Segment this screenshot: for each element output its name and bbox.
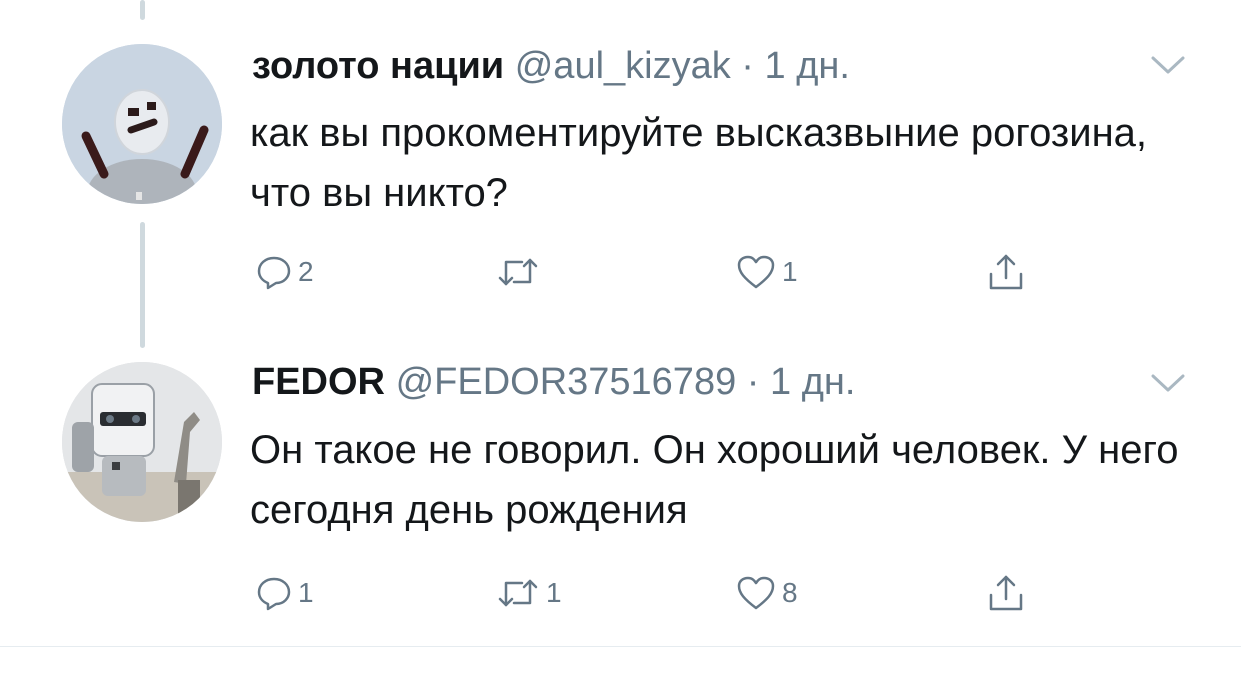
- tweet-text: Он такое не говорил. Он хороший человек.…: [250, 428, 1179, 532]
- like-icon: [737, 255, 775, 289]
- display-name[interactable]: золото нации: [252, 45, 504, 87]
- retweet-button[interactable]: 1: [496, 573, 562, 613]
- reply-count: 2: [298, 256, 314, 287]
- cartoon-robot-avatar-image: [62, 44, 222, 204]
- user-handle[interactable]: @FEDOR37516789: [396, 361, 737, 403]
- retweet-count: 1: [546, 577, 562, 608]
- retweet-button[interactable]: [496, 252, 546, 292]
- separator-dot: ·: [746, 361, 760, 403]
- share-icon: [989, 575, 1023, 611]
- share-icon: [989, 254, 1023, 290]
- share-button[interactable]: [986, 252, 1026, 292]
- avatar[interactable]: [62, 362, 222, 522]
- tweet[interactable]: FEDOR @FEDOR37516789 · 1 дн. Он такое не…: [0, 340, 1241, 646]
- reply-icon: [257, 256, 291, 290]
- reply-button[interactable]: 1: [256, 573, 314, 613]
- reply-count: 1: [298, 577, 314, 608]
- retweet-icon: [498, 579, 538, 607]
- avatar[interactable]: [62, 44, 222, 204]
- retweet-icon: [498, 258, 538, 286]
- user-handle[interactable]: @aul_kizyak: [515, 45, 731, 87]
- divider: [0, 646, 1241, 647]
- tweet[interactable]: золото нации @aul_kizyak · 1 дн. как вы …: [0, 0, 1241, 340]
- tweet-header: FEDOR @FEDOR37516789 · 1 дн.: [252, 360, 855, 404]
- tweet-text: как вы прокоментируйте высказвыние рогоз…: [250, 111, 1148, 215]
- chevron-down-icon[interactable]: [1150, 372, 1186, 394]
- share-button[interactable]: [986, 573, 1026, 613]
- like-button[interactable]: 8: [736, 573, 798, 613]
- reply-button[interactable]: 2: [256, 252, 314, 292]
- like-count: 1: [782, 256, 798, 287]
- chevron-down-icon[interactable]: [1150, 54, 1186, 76]
- tweet-actions: 1 1 8: [250, 573, 1050, 613]
- like-count: 8: [782, 577, 798, 608]
- timestamp[interactable]: 1 дн.: [765, 45, 850, 87]
- like-button[interactable]: 1: [736, 252, 798, 292]
- tweet-actions: 2 1: [250, 252, 1050, 292]
- separator-dot: ·: [741, 45, 754, 87]
- display-name[interactable]: FEDOR: [252, 361, 385, 403]
- like-icon: [737, 576, 775, 610]
- robot-photo-avatar-image: [62, 362, 222, 522]
- reply-icon: [257, 577, 291, 611]
- tweet-header: золото нации @aul_kizyak · 1 дн.: [252, 44, 850, 88]
- timestamp[interactable]: 1 дн.: [770, 361, 855, 403]
